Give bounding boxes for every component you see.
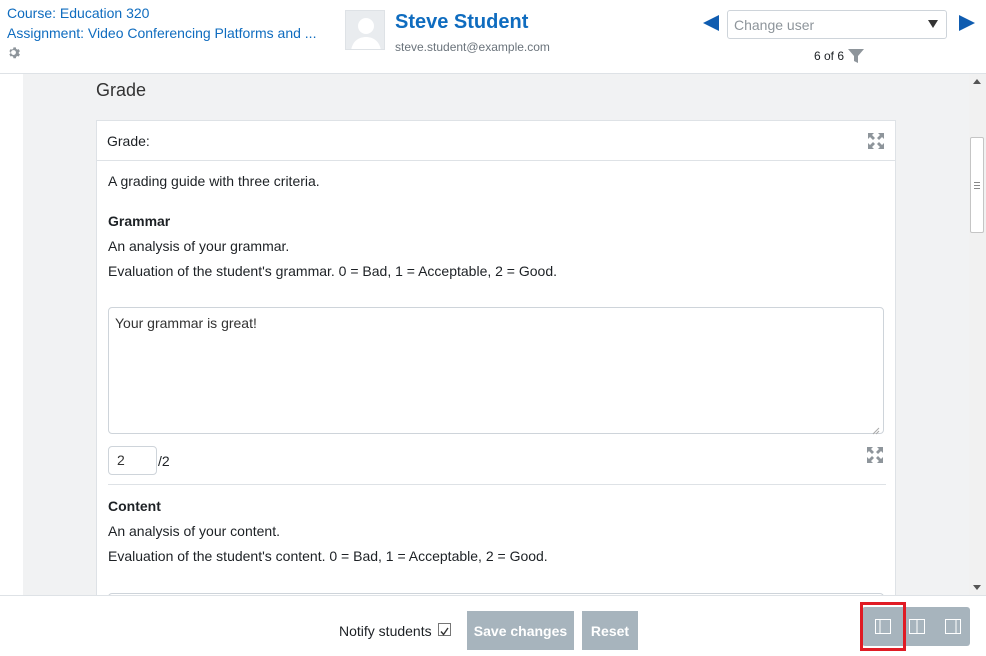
grade-panel: Grade Grade: A grading guide with three … xyxy=(23,74,969,595)
filter-icon[interactable] xyxy=(848,48,864,64)
divider xyxy=(108,484,886,485)
avatar xyxy=(345,10,385,50)
score-input[interactable]: 2 xyxy=(108,446,157,475)
user-email: steve.student@example.com xyxy=(395,40,550,54)
chevron-down-icon xyxy=(928,20,938,28)
grip-icon xyxy=(974,182,980,189)
guide-description: A grading guide with three criteria. xyxy=(108,173,320,189)
card-header-label: Grade: xyxy=(107,133,150,149)
criterion-description: An analysis of your grammar. xyxy=(108,238,290,254)
layout-switcher xyxy=(860,602,970,651)
prev-user-icon[interactable] xyxy=(701,13,721,33)
expand-icon[interactable] xyxy=(866,446,884,464)
expand-icon[interactable] xyxy=(867,132,885,150)
remark-text: Your grammar is great! xyxy=(115,315,257,331)
notify-students-checkbox[interactable] xyxy=(438,623,451,636)
card-header: Grade: xyxy=(97,121,895,161)
course-link[interactable]: Course: Education 320 xyxy=(7,5,149,21)
criterion-name: Grammar xyxy=(108,213,171,229)
criterion-evaluation: Evaluation of the student's content. 0 =… xyxy=(108,548,548,564)
assignment-link[interactable]: Assignment: Video Conferencing Platforms… xyxy=(7,25,316,41)
user-count: 6 of 6 xyxy=(814,49,845,63)
resize-grip-icon[interactable] xyxy=(872,422,880,435)
layout-collapse-right-button[interactable] xyxy=(934,607,970,646)
criterion-evaluation: Evaluation of the student's grammar. 0 =… xyxy=(108,263,558,279)
scrollbar-thumb[interactable] xyxy=(970,137,984,233)
user-name[interactable]: Steve Student xyxy=(395,11,528,34)
scroll-up-icon[interactable] xyxy=(973,79,981,84)
layout-collapse-left-button[interactable] xyxy=(860,602,906,651)
next-user-icon[interactable] xyxy=(957,13,977,33)
scroll-down-icon[interactable] xyxy=(973,585,981,590)
reset-button[interactable]: Reset xyxy=(582,611,638,650)
notify-students-label: Notify students xyxy=(339,623,432,639)
criterion-description: An analysis of your content. xyxy=(108,523,280,539)
gear-icon[interactable] xyxy=(7,46,20,59)
criterion-name: Content xyxy=(108,498,161,514)
save-changes-button[interactable]: Save changes xyxy=(467,611,574,650)
grade-card: Grade: A grading guide with three criter… xyxy=(96,120,896,595)
panel-title: Grade xyxy=(96,80,147,100)
footer: Notify students Save changes Reset xyxy=(0,595,986,656)
header: Course: Education 320 Assignment: Video … xyxy=(0,0,986,74)
remark-textarea[interactable]: Your grammar is great! xyxy=(108,307,884,435)
score-max: /2 xyxy=(158,453,170,469)
change-user-select[interactable]: Change user xyxy=(727,10,947,39)
change-user-placeholder: Change user xyxy=(734,17,815,33)
